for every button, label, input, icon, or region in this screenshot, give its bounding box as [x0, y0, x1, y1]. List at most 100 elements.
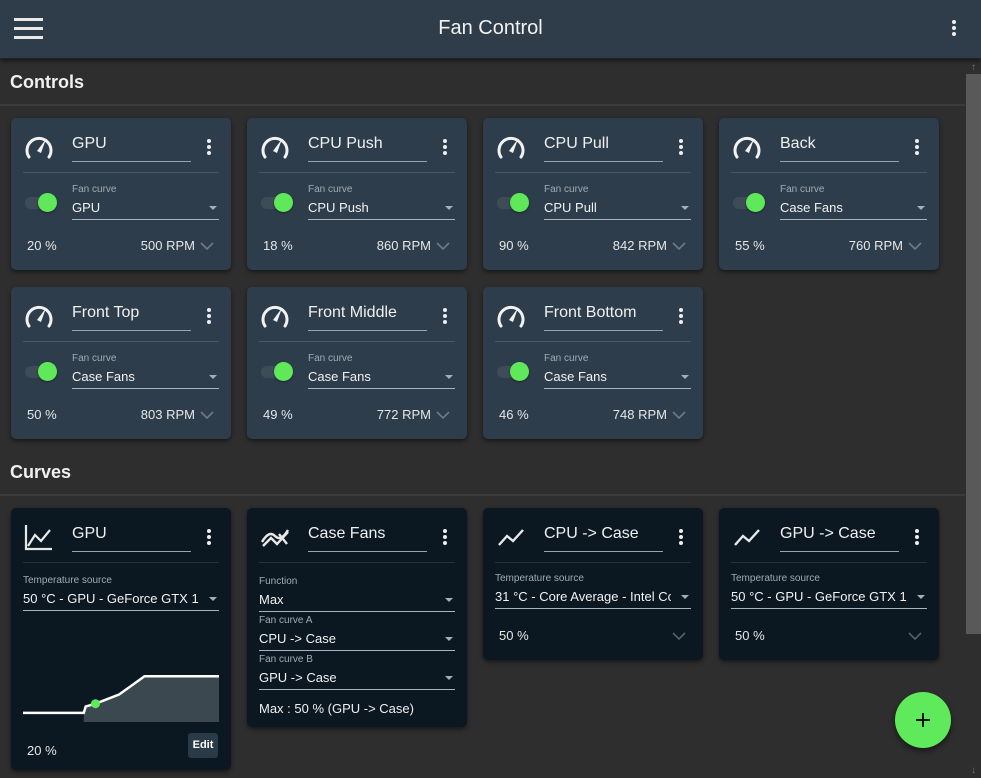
speedometer-icon [497, 305, 525, 328]
temperature-source-select[interactable]: 50 °C - GPU - GeForce GTX 1060 [23, 587, 219, 611]
edit-button[interactable]: Edit [188, 733, 218, 758]
fan-curve-label: Fan curve [544, 184, 589, 195]
curve-name-field[interactable]: GPU -> Case [780, 525, 899, 552]
more-vertical-icon[interactable] [206, 308, 212, 326]
section-title-curves: Curves [10, 462, 72, 482]
enable-toggle[interactable] [733, 193, 765, 212]
fan-curve-label: Fan curve [308, 353, 353, 364]
curve-percent: 20 % [27, 743, 57, 758]
divider [259, 562, 455, 563]
control-card: Front Middle Fan curve Case Fans 49 % 77… [247, 287, 467, 439]
enable-toggle[interactable] [261, 193, 293, 212]
scrollbar-thumb[interactable] [966, 74, 981, 634]
enable-toggle[interactable] [497, 362, 529, 381]
fan-curve-select[interactable]: CPU Push [308, 196, 455, 220]
enable-toggle[interactable] [25, 193, 57, 212]
enable-toggle[interactable] [261, 362, 293, 381]
more-vertical-icon[interactable] [678, 308, 684, 326]
fan-curve-label: Fan curve [544, 353, 589, 364]
chevron-down-icon[interactable] [200, 410, 214, 420]
toggle-knob [274, 362, 293, 381]
fan-curve-a-select[interactable]: CPU -> Case [259, 627, 455, 651]
more-vertical-icon[interactable] [950, 20, 958, 38]
dropdown-caret-icon [917, 595, 925, 599]
control-card: Front Top Fan curve Case Fans 50 % 803 R… [11, 287, 231, 439]
fan-curve-select[interactable]: Case Fans [308, 365, 455, 389]
fan-curve-select[interactable]: GPU [72, 196, 219, 220]
fan-rpm: 772 RPM [376, 407, 431, 422]
divider [495, 341, 691, 342]
curve-card-cpu-case: CPU -> Case Temperature source 31 °C - C… [483, 508, 703, 660]
chevron-down-icon[interactable] [436, 241, 450, 251]
section-title-controls: Controls [10, 72, 84, 92]
control-name-field[interactable]: CPU Pull [544, 135, 663, 162]
temperature-source-select[interactable]: 50 °C - GPU - GeForce GTX 1060 [731, 585, 927, 609]
curve-name-field[interactable]: GPU [72, 525, 191, 552]
scroll-down-arrow-icon[interactable]: ↓ [966, 764, 981, 777]
fan-rpm: 860 RPM [376, 238, 431, 253]
chevron-down-icon[interactable] [672, 631, 686, 641]
fan-curve-select[interactable]: CPU Pull [544, 196, 691, 220]
dropdown-caret-icon [681, 595, 689, 599]
divider [259, 172, 455, 173]
curve-name-field[interactable]: Case Fans [308, 525, 427, 552]
chevron-down-icon[interactable] [908, 241, 922, 251]
dropdown-caret-icon [445, 375, 453, 379]
control-name-field[interactable]: GPU [72, 135, 191, 162]
curve-percent: 50 % [499, 628, 529, 643]
function-label: Function [259, 576, 298, 587]
enable-toggle[interactable] [497, 193, 529, 212]
control-name-field[interactable]: Front Bottom [544, 304, 663, 331]
chevron-down-icon[interactable] [672, 241, 686, 251]
toggle-knob [510, 362, 529, 381]
toggle-knob [510, 193, 529, 212]
chevron-down-icon[interactable] [436, 410, 450, 420]
dropdown-caret-icon [445, 676, 453, 680]
divider [259, 341, 455, 342]
linear-curve-icon [498, 529, 524, 546]
fan-curve-select[interactable]: Case Fans [72, 365, 219, 389]
fan-rpm: 500 RPM [140, 238, 195, 253]
fan-rpm: 760 RPM [848, 238, 903, 253]
control-name-field[interactable]: CPU Push [308, 135, 427, 162]
control-name-field[interactable]: Back [780, 135, 899, 162]
divider [731, 172, 927, 173]
chevron-down-icon[interactable] [200, 241, 214, 251]
dropdown-caret-icon [209, 375, 217, 379]
control-name-field[interactable]: Front Middle [308, 304, 427, 331]
more-vertical-icon[interactable] [442, 139, 448, 157]
chevron-down-icon[interactable] [908, 631, 922, 641]
more-vertical-icon[interactable] [442, 529, 448, 547]
control-card: Back Fan curve Case Fans 55 % 760 RPM [719, 118, 939, 270]
divider [495, 562, 691, 563]
chevron-down-icon[interactable] [672, 410, 686, 420]
fan-percent: 49 % [263, 407, 293, 422]
enable-toggle[interactable] [25, 362, 57, 381]
more-vertical-icon[interactable] [914, 139, 920, 157]
temperature-source-select[interactable]: 31 °C - Core Average - Intel Core [495, 585, 691, 609]
function-select[interactable]: Max [259, 588, 455, 612]
temperature-source-label: Temperature source [23, 575, 112, 586]
add-button[interactable] [895, 692, 951, 748]
fan-curve-select[interactable]: Case Fans [544, 365, 691, 389]
scroll-up-arrow-icon[interactable]: ↑ [966, 61, 981, 74]
more-vertical-icon[interactable] [206, 139, 212, 157]
more-vertical-icon[interactable] [914, 529, 920, 547]
fan-curve-graph[interactable] [23, 648, 219, 728]
fan-curve-select[interactable]: Case Fans [780, 196, 927, 220]
dropdown-caret-icon [917, 206, 925, 210]
more-vertical-icon[interactable] [206, 529, 212, 547]
fan-percent: 50 % [27, 407, 57, 422]
speedometer-icon [497, 136, 525, 159]
toggle-knob [274, 193, 293, 212]
vertical-scrollbar[interactable]: ↑ ↓ [965, 60, 981, 778]
more-vertical-icon[interactable] [678, 529, 684, 547]
curve-name-field[interactable]: CPU -> Case [544, 525, 663, 552]
divider [23, 341, 219, 342]
more-vertical-icon[interactable] [442, 308, 448, 326]
fan-rpm: 803 RPM [140, 407, 195, 422]
dropdown-caret-icon [681, 375, 689, 379]
more-vertical-icon[interactable] [678, 139, 684, 157]
control-name-field[interactable]: Front Top [72, 304, 191, 331]
fan-curve-b-select[interactable]: GPU -> Case [259, 666, 455, 690]
